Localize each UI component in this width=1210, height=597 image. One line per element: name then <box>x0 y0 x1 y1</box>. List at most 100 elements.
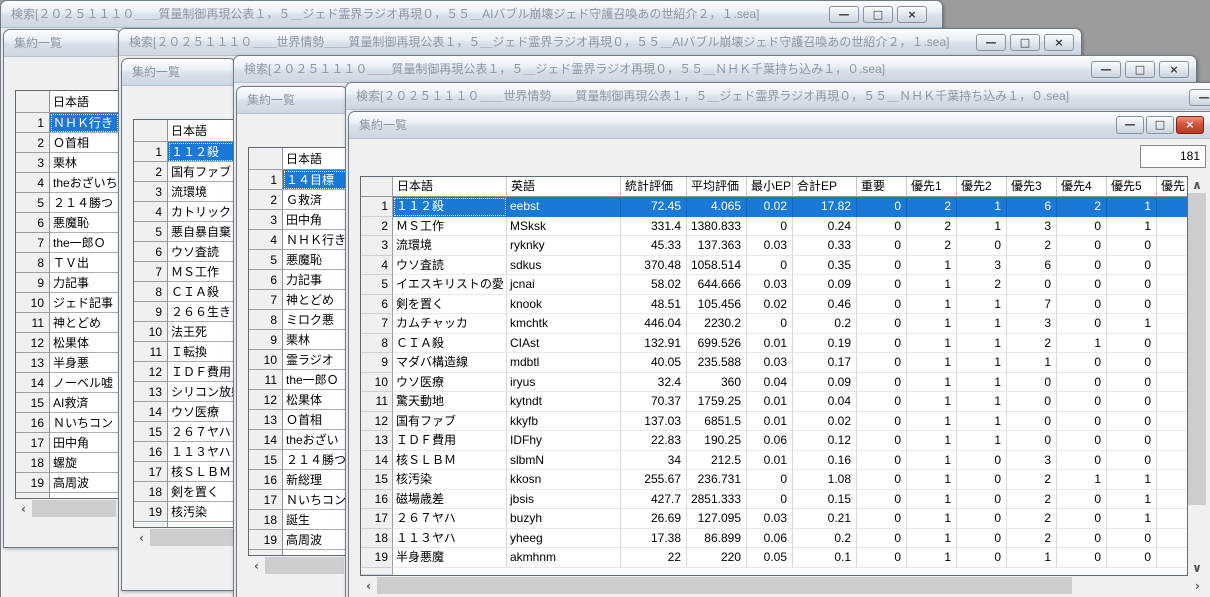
list-item[interactable]: 4 theおざいち <box>16 173 119 193</box>
titlebar[interactable]: 集約一覧 <box>122 59 235 86</box>
titlebar[interactable]: 検索[２０２５１１１０＿＿世界情勢＿＿質量制御再現公表１，５＿ジェド霊界ラジオ再… <box>346 83 1210 110</box>
table-row[interactable]: 12 国有ファブ kkyfb 137.03 6851.5 0.01 0.02 0… <box>361 411 1187 431</box>
list-item[interactable]: 12 松果体 <box>16 333 119 353</box>
titlebar[interactable]: 検索[２０２５１１１０＿＿質量制御再現公表１，５＿ジェド霊界ラジオ再現０，５５＿… <box>1 1 942 28</box>
column-header[interactable]: 最小EP <box>747 177 793 197</box>
list-item[interactable]: 2 Ｇ救済 <box>249 190 348 210</box>
list-item[interactable]: 1 ＮＨＫ行き <box>16 113 119 133</box>
list-item[interactable]: 12 ＩＤＦ費用 <box>134 362 237 382</box>
list-item[interactable]: 8 ＴＶ出 <box>16 253 119 273</box>
list-item[interactable]: 16 １１３ヤハ <box>134 442 237 462</box>
titlebar[interactable]: 集約一覧 <box>237 87 347 114</box>
list-item[interactable]: 10 ジェド記事 <box>16 293 119 313</box>
column-header[interactable]: 平均評価 <box>687 177 747 197</box>
list-item[interactable]: 18 剣を置く <box>134 482 237 502</box>
table-row[interactable]: 3 流環境 ryknky 45.33 137.363 0.03 0.33 0 2… <box>361 236 1187 256</box>
list-item[interactable]: 9 栗林 <box>249 330 348 350</box>
list-item[interactable]: 14 theおざい <box>249 430 348 450</box>
list-item[interactable]: 6 悪魔恥 <box>16 213 119 233</box>
column-header[interactable] <box>361 177 393 197</box>
japanese-column-header[interactable]: 日本語 <box>168 120 237 142</box>
close-button[interactable]: × <box>897 6 927 23</box>
list-item[interactable]: 2 国有ファブ <box>134 162 237 182</box>
scrollbar-thumb[interactable] <box>150 529 233 546</box>
list-item[interactable]: 17 核ＳＬＢＭ <box>134 462 237 482</box>
titlebar[interactable]: 検索[２０２５１１１０＿＿世界情勢＿＿質量制御再現公表１，５＿ジェド霊界ラジオ再… <box>119 29 1081 56</box>
scroll-left-button[interactable]: ‹ <box>360 577 377 594</box>
list-item[interactable]: 11 神とどめ <box>16 313 119 333</box>
list-item[interactable]: 13 半身悪 <box>16 353 119 373</box>
list-item[interactable]: 1 １１２殺 <box>134 142 237 162</box>
record-count-field[interactable]: 181 <box>1140 145 1206 168</box>
japanese-column-header[interactable]: 日本語 <box>50 91 119 113</box>
scrollbar-thumb[interactable] <box>377 577 1072 594</box>
list-item[interactable]: 19 高周波 <box>16 473 119 493</box>
list-item[interactable]: 5 悪魔恥 <box>249 250 348 270</box>
list-item[interactable]: 4 ＮＨＫ行き <box>249 230 348 250</box>
scroll-left-button[interactable]: ‹ <box>133 529 150 546</box>
list-item[interactable]: 3 栗林 <box>16 153 119 173</box>
row-number-header[interactable] <box>16 91 50 113</box>
list-item[interactable]: 9 力記事 <box>16 273 119 293</box>
titlebar[interactable]: 検索[２０２５１１１０＿＿質量制御再現公表１，５＿ジェド霊界ラジオ再現０，５５＿… <box>234 56 1196 83</box>
column-header[interactable]: 優先5 <box>1107 177 1157 197</box>
column-header[interactable]: 重要 <box>857 177 907 197</box>
column-header[interactable]: 優先1 <box>907 177 957 197</box>
list-item[interactable]: 10 霊ラジオ <box>249 350 348 370</box>
column-header[interactable]: 日本語 <box>393 177 507 197</box>
close-button[interactable]: × <box>1159 61 1189 78</box>
list-item[interactable]: 11 the一郎Ｏ <box>249 370 348 390</box>
scroll-up-button[interactable]: ∧ <box>1188 176 1206 193</box>
column-header[interactable]: 優先4 <box>1057 177 1107 197</box>
table-row[interactable]: 15 核汚染 kkosn 255.67 236.731 0 1.08 0 1 0… <box>361 470 1187 490</box>
list-item[interactable]: 6 ウソ査読 <box>134 242 237 262</box>
minimize-button[interactable]: — <box>1189 89 1210 106</box>
list-item[interactable]: 14 ノーベル嘘 <box>16 373 119 393</box>
list-item[interactable]: 8 ミロク悪 <box>249 310 348 330</box>
column-header[interactable]: 優先 <box>1157 177 1187 197</box>
table-row[interactable]: 10 ウソ医療 iryus 32.4 360 0.04 0.09 0 1 1 0… <box>361 372 1187 392</box>
table-row[interactable]: 6 剣を置く knook 48.51 105.456 0.02 0.46 0 1… <box>361 294 1187 314</box>
column-header[interactable]: 優先3 <box>1007 177 1057 197</box>
scroll-left-button[interactable]: ‹ <box>15 500 32 517</box>
list-item[interactable]: 19 高周波 <box>249 530 348 550</box>
scrollbar-thumb[interactable] <box>1188 193 1206 505</box>
list-item[interactable]: 7 the一郎Ｏ <box>16 233 119 253</box>
horizontal-scrollbar[interactable]: ‹ <box>248 557 346 574</box>
list-item[interactable]: 9 ２６６生き <box>134 302 237 322</box>
japanese-column-header[interactable]: 日本語 <box>283 148 348 170</box>
list-item[interactable]: 15 AI救済 <box>16 393 119 413</box>
row-number-header[interactable] <box>249 148 283 170</box>
scroll-down-button[interactable]: ∨ <box>1188 559 1206 576</box>
column-header[interactable]: 英語 <box>507 177 621 197</box>
list-item[interactable]: 7 ＭＳ工作 <box>134 262 237 282</box>
minimize-button[interactable]: — <box>976 34 1006 51</box>
list-item[interactable]: 13 Ｏ首相 <box>249 410 348 430</box>
list-item[interactable]: 18 螺旋 <box>16 453 119 473</box>
table-row[interactable]: 8 ＣＩＡ殺 CIAst 132.91 699.526 0.01 0.19 0 … <box>361 333 1187 353</box>
maximize-button[interactable]: □ <box>1010 34 1040 51</box>
list-item[interactable]: 1 １４目標 <box>249 170 348 190</box>
table-row[interactable]: 14 核ＳＬＢＭ slbmN 34 212.5 0.01 0.16 0 1 0 … <box>361 450 1187 470</box>
list-item[interactable]: 8 ＣＩＡ殺 <box>134 282 237 302</box>
table-row[interactable]: 17 ２６７ヤハ buzyh 26.69 127.095 0.03 0.21 0… <box>361 509 1187 529</box>
list-item[interactable]: 17 田中角 <box>16 433 119 453</box>
table-row[interactable]: 1 １１２殺 eebst 72.45 4.065 0.02 17.82 0 2 … <box>361 197 1187 217</box>
table-row[interactable]: 4 ウソ査読 sdkus 370.48 1058.514 0 0.35 0 1 … <box>361 255 1187 275</box>
table-row[interactable]: 19 半身悪魔 akmhnm 22 220 0.05 0.1 0 1 0 1 0 <box>361 548 1187 568</box>
list-item[interactable]: 5 ２１４勝つ <box>16 193 119 213</box>
maximize-button[interactable]: □ <box>1146 116 1174 134</box>
table-row[interactable]: 9 マダバ構造線 mdbtl 40.05 235.588 0.03 0.17 0… <box>361 353 1187 373</box>
column-header[interactable]: 優先2 <box>957 177 1007 197</box>
table-row[interactable]: 5 イエスキリストの愛 jcnai 58.02 644.666 0.03 0.0… <box>361 275 1187 295</box>
titlebar[interactable]: 集約一覧 — □ × <box>349 112 1210 139</box>
scroll-right-button[interactable]: › <box>1189 577 1206 594</box>
maximize-button[interactable]: □ <box>1125 61 1155 78</box>
row-number-header[interactable] <box>134 120 168 142</box>
column-header[interactable]: 合計EP <box>793 177 857 197</box>
table-row[interactable]: 16 磁場歳差 jbsis 427.7 2851.333 0 0.15 0 1 … <box>361 489 1187 509</box>
list-item[interactable]: 16 新総理 <box>249 470 348 490</box>
list-item[interactable]: 15 ２６７ヤハ <box>134 422 237 442</box>
list-item[interactable]: 18 誕生 <box>249 510 348 530</box>
vertical-scrollbar[interactable]: ∧ ∨ <box>1188 176 1206 576</box>
